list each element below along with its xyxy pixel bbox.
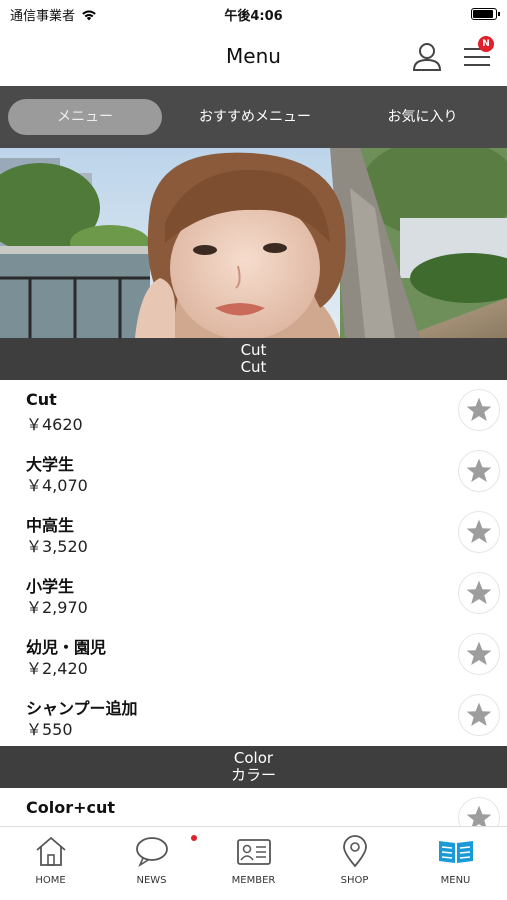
nav-member[interactable]: MEMBER [203,835,304,886]
map-pin-icon [342,835,367,867]
nav-label: SHOP [340,875,369,886]
menu-item-price: ￥4,070 [26,476,88,495]
status-time: 午後4:06 [224,9,283,24]
book-icon [438,841,473,863]
menu-item[interactable]: Cut ￥4620 [0,380,507,441]
menu-item-name: Cut [26,390,57,409]
tab-recommended-menu[interactable]: おすすめメニュー [180,99,330,135]
section-title-ja: Cut [240,358,267,376]
nav-label: MEMBER [231,875,276,886]
favorite-star-icon[interactable] [458,633,500,675]
chat-bubble-icon [135,837,168,867]
nav-label: MENU [440,875,471,886]
home-icon [35,836,66,866]
user-icon[interactable] [410,40,444,74]
favorite-star-icon[interactable] [458,450,500,492]
notification-badge: N [478,36,494,52]
bottom-nav-bar: HOME NEWS MEMBER SHOP MENU [0,826,507,900]
nav-label: NEWS [136,875,167,886]
favorite-star-icon[interactable] [458,389,500,431]
app-header: Menu N [0,28,507,86]
menu-item-price: ￥3,520 [26,537,88,556]
status-bar: 通信事業者 午後4:06 [0,0,507,28]
section-title-en: Color [233,749,274,767]
menu-item[interactable]: 幼児・園児 ￥2,420 [0,624,507,685]
nav-shop[interactable]: SHOP [304,835,405,886]
menu-item[interactable]: 中高生 ￥3,520 [0,502,507,563]
favorite-star-icon[interactable] [458,572,500,614]
menu-item-price: ￥2,420 [26,659,88,678]
news-notification-dot [191,835,197,841]
tab-menu[interactable]: メニュー [8,99,162,135]
favorite-star-icon[interactable] [458,511,500,553]
menu-item[interactable]: 大学生 ￥4,070 [0,441,507,502]
nav-home[interactable]: HOME [0,835,101,886]
menu-item-name: Color+cut [26,798,116,817]
section-title-en: Cut [240,341,267,359]
nav-menu[interactable]: MENU [405,835,506,886]
menu-item[interactable]: 小学生 ￥2,970 [0,563,507,624]
battery-icon [471,8,500,20]
menu-tab-bar: メニュー おすすめメニュー お気に入り [0,86,507,148]
section-header-color: Color カラー [0,746,507,788]
section-title-ja: カラー [230,766,276,784]
nav-label: HOME [35,875,66,886]
member-card-icon [236,839,271,865]
hero-photo [0,148,507,338]
menu-item-price: ￥4620 [26,415,83,434]
section-header-cut: Cut Cut [0,338,507,380]
favorite-star-icon[interactable] [458,694,500,736]
menu-item-price: ￥2,970 [26,598,88,617]
menu-item[interactable]: シャンプー追加 ￥550 [0,685,507,746]
tab-favorites[interactable]: お気に入り [345,99,500,135]
nav-news[interactable]: NEWS [101,835,202,886]
menu-item-price: ￥550 [26,720,73,739]
